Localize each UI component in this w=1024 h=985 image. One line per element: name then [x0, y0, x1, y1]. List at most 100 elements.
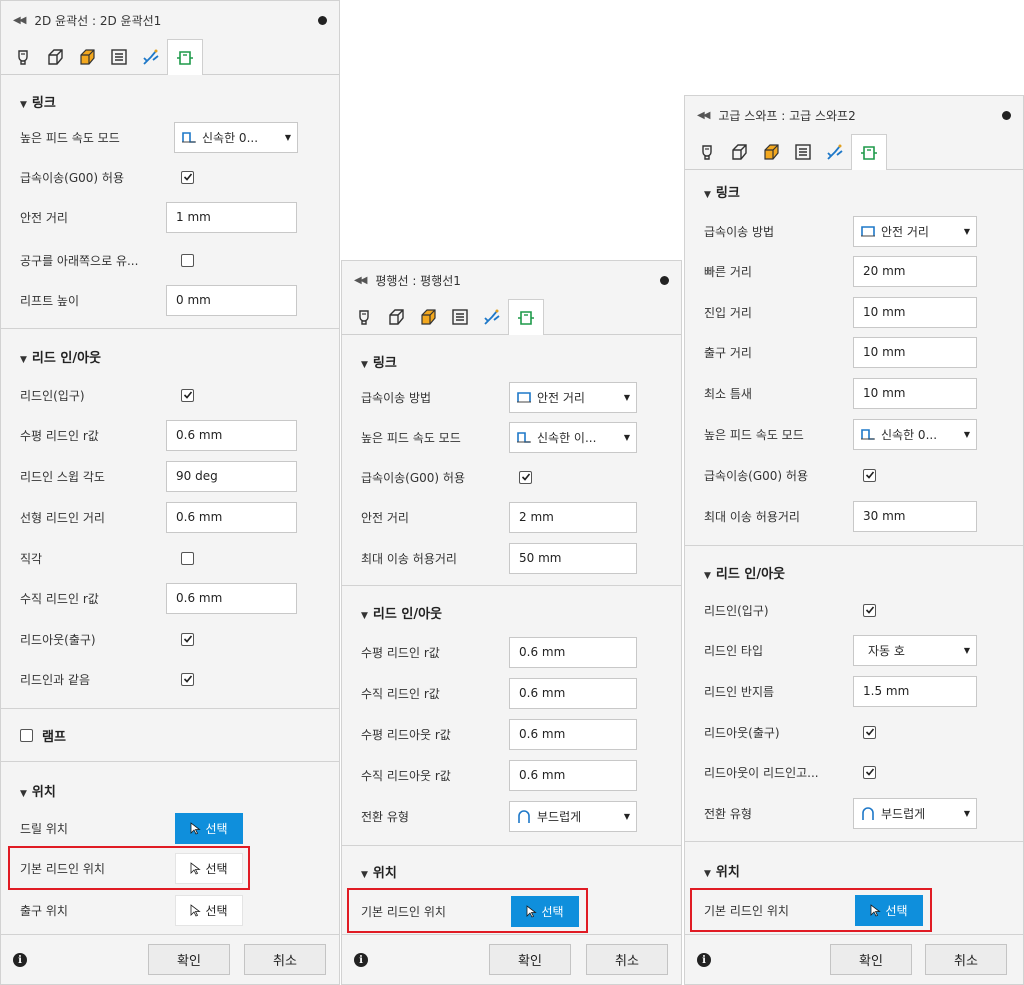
row-rapid-allow: 급속이송(G00) 허용	[685, 460, 1023, 490]
section-link-header[interactable]: ▼ 링크	[685, 176, 1023, 206]
rapid-method-select[interactable]: 안전 거리 ▼	[853, 215, 977, 247]
tab-tool[interactable]	[7, 39, 39, 74]
default-leadin-position-select-button[interactable]: 선택	[175, 853, 243, 884]
section-leadinout-header[interactable]: ▼ 리드 인/아웃	[685, 557, 1023, 587]
panel-footer: i 확인 취소	[1, 934, 339, 984]
safe-distance-input[interactable]: 1 mm	[166, 201, 297, 233]
exit-distance-input[interactable]: 10 mm	[853, 336, 977, 368]
ok-button[interactable]: 확인	[489, 944, 571, 975]
cancel-button[interactable]: 취소	[244, 944, 326, 975]
section-position-header[interactable]: ▼ 위치	[342, 856, 681, 886]
linking-icon	[861, 145, 877, 160]
expand-triangle-icon: ▼	[20, 354, 27, 365]
tab-linking-path[interactable]	[819, 134, 851, 169]
leadin-checkbox[interactable]	[181, 388, 194, 402]
tab-passes[interactable]	[444, 299, 476, 334]
fast-distance-input[interactable]: 20 mm	[853, 255, 977, 287]
rapid-allow-checkbox[interactable]	[863, 468, 876, 482]
vert-leadin-input[interactable]: 0.6 mm	[509, 677, 637, 709]
collapse-icon[interactable]: ◀◀	[13, 15, 26, 26]
collapse-icon[interactable]: ◀◀	[697, 110, 710, 121]
horiz-leadin-input[interactable]: 0.6 mm	[509, 636, 637, 668]
info-icon[interactable]: i	[13, 953, 27, 967]
section-link-header[interactable]: ▼ 링크	[342, 346, 681, 376]
default-leadin-position-select-button[interactable]: 선택	[511, 896, 579, 927]
smooth-arc-icon	[516, 808, 532, 824]
cancel-button[interactable]: 취소	[925, 944, 1007, 975]
row-safe-distance: 안전 거리 1 mm	[1, 201, 339, 233]
horiz-leadin-input[interactable]: 0.6 mm	[166, 419, 297, 451]
transition-type-select[interactable]: 부드럽게 ▼	[853, 797, 977, 829]
horiz-leadout-input[interactable]: 0.6 mm	[509, 718, 637, 750]
leadout-same-checkbox[interactable]	[863, 765, 876, 779]
perpendicular-checkbox[interactable]	[181, 551, 194, 565]
tab-geometry[interactable]	[723, 134, 755, 169]
tab-geometry[interactable]	[380, 299, 412, 334]
ok-button[interactable]: 확인	[830, 944, 912, 975]
section-ramp-header[interactable]: 램프	[1, 720, 339, 750]
section-leadinout-header[interactable]: ▼ 리드 인/아웃	[1, 341, 339, 371]
entry-distance-input[interactable]: 10 mm	[853, 296, 977, 328]
vert-leadout-input[interactable]: 0.6 mm	[509, 759, 637, 791]
section-link-header[interactable]: ▼ 링크	[1, 86, 339, 116]
close-dot-icon[interactable]	[1002, 110, 1011, 120]
leadin-sweep-input[interactable]: 90 deg	[166, 460, 297, 492]
ramp-checkbox[interactable]	[20, 728, 33, 742]
linear-leadin-input[interactable]: 0.6 mm	[166, 501, 297, 533]
tab-linking[interactable]	[508, 299, 544, 335]
safe-distance-input[interactable]: 2 mm	[509, 501, 637, 533]
high-feed-mode-select[interactable]: 신속한 0... ▼	[174, 121, 298, 153]
rapid-allow-checkbox[interactable]	[519, 470, 532, 484]
leadin-type-select[interactable]: 자동 호 ▼	[853, 634, 977, 666]
leadout-checkbox[interactable]	[181, 632, 194, 646]
panel-title: 평행선 : 평행선1	[375, 273, 461, 288]
leadin-checkbox[interactable]	[863, 603, 876, 617]
tab-passes[interactable]	[787, 134, 819, 169]
tab-linking-path[interactable]	[476, 299, 508, 334]
close-dot-icon[interactable]	[318, 15, 327, 25]
max-stay-distance-input[interactable]: 30 mm	[853, 500, 977, 532]
close-dot-icon[interactable]	[660, 275, 669, 285]
drill-position-select-button[interactable]: 선택	[175, 813, 243, 844]
tab-heights[interactable]	[755, 134, 787, 169]
info-icon[interactable]: i	[354, 953, 368, 967]
default-leadin-position-select-button[interactable]: 선택	[855, 895, 923, 926]
tab-passes[interactable]	[103, 39, 135, 74]
tab-heights[interactable]	[412, 299, 444, 334]
max-stay-distance-input[interactable]: 50 mm	[509, 542, 637, 574]
high-feed-mode-select[interactable]: 신속한 이... ▼	[509, 421, 637, 453]
section-leadinout-header[interactable]: ▼ 리드 인/아웃	[342, 597, 681, 627]
info-icon[interactable]: i	[697, 953, 711, 967]
tab-geometry[interactable]	[39, 39, 71, 74]
leadout-checkbox[interactable]	[863, 725, 876, 739]
expand-triangle-icon: ▼	[361, 359, 368, 370]
tab-tool[interactable]	[691, 134, 723, 169]
row-drill-position: 드릴 위치 선택	[1, 813, 339, 844]
tab-heights[interactable]	[71, 39, 103, 74]
high-feed-mode-select[interactable]: 신속한 0... ▼	[853, 418, 977, 450]
safe-distance-path-icon	[860, 224, 876, 238]
section-position-header[interactable]: ▼ 위치	[1, 775, 339, 805]
tab-linking-path[interactable]	[135, 39, 167, 74]
section-position-header[interactable]: ▼ 위치	[685, 855, 1023, 885]
row-horiz-leadin: 수평 리드인 r값 0.6 mm	[342, 636, 681, 668]
collapse-icon[interactable]: ◀◀	[354, 275, 367, 286]
rapid-allow-checkbox[interactable]	[181, 170, 194, 184]
cancel-button[interactable]: 취소	[586, 944, 668, 975]
tool-down-checkbox[interactable]	[181, 253, 194, 267]
leadin-radius-input[interactable]: 1.5 mm	[853, 675, 977, 707]
min-gap-input[interactable]: 10 mm	[853, 377, 977, 409]
exit-position-select-button[interactable]: 선택	[175, 895, 243, 926]
same-as-leadin-checkbox[interactable]	[181, 672, 194, 686]
tab-tool[interactable]	[348, 299, 380, 334]
ok-button[interactable]: 확인	[148, 944, 230, 975]
tab-linking[interactable]	[167, 39, 203, 75]
geometry-cube-icon	[389, 308, 404, 325]
rapid-method-select[interactable]: 안전 거리 ▼	[509, 381, 637, 413]
divider	[1, 708, 339, 709]
vert-leadin-input[interactable]: 0.6 mm	[166, 582, 297, 614]
lift-height-input[interactable]: 0 mm	[166, 284, 297, 316]
row-high-feed-mode: 높은 피드 속도 모드 신속한 0... ▼	[685, 418, 1023, 450]
transition-type-select[interactable]: 부드럽게 ▼	[509, 800, 637, 832]
tab-linking[interactable]	[851, 134, 887, 170]
